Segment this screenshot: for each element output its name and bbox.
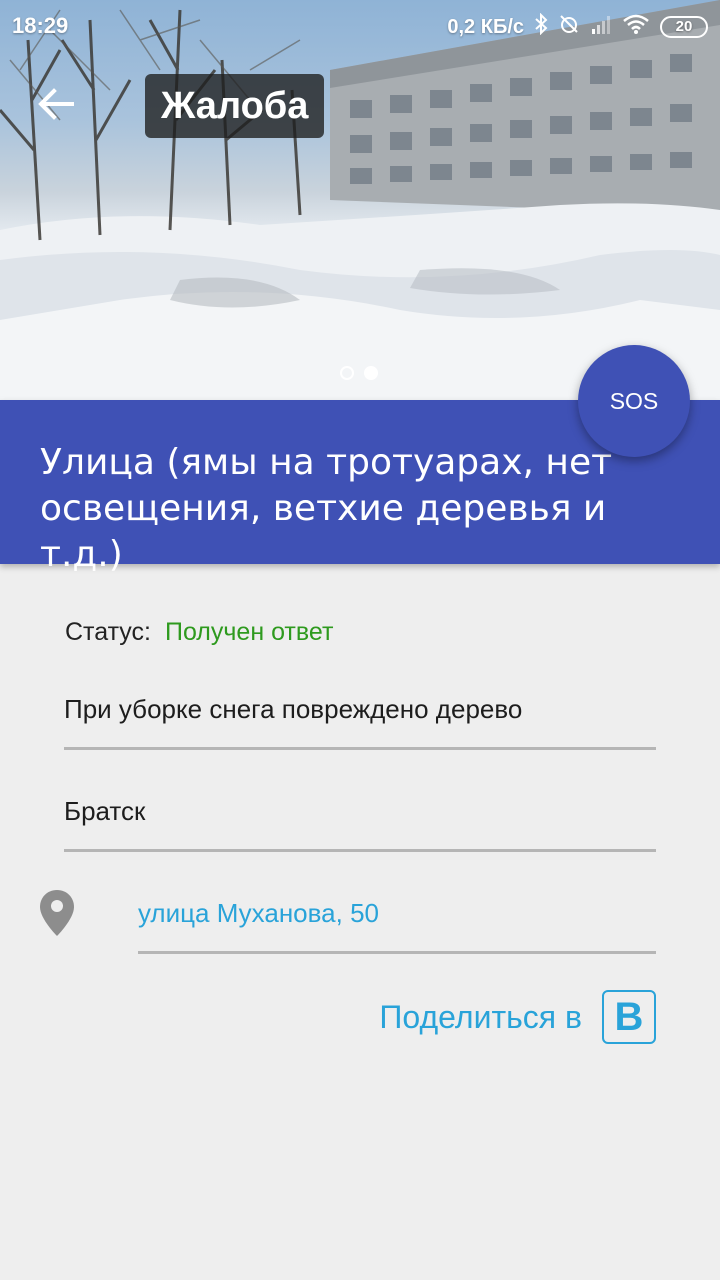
city-field[interactable]: Братск [64,796,656,852]
status-time: 18:29 [12,13,69,38]
back-button[interactable] [28,80,84,128]
network-speed: 0,2 КБ/с [447,15,524,38]
description-field[interactable]: При уборке снега повреждено дерево [64,694,656,750]
signal-icon [590,13,612,41]
arrow-back-icon [38,88,74,120]
address-link[interactable]: улица Муханова, 50 [138,898,656,954]
pager-dot[interactable] [340,366,354,380]
status-indicators: 0,2 КБ/с 20 [447,12,708,41]
battery-icon: 20 [660,16,708,38]
complaint-photo[interactable] [0,0,720,400]
status-row: Статус: Получен ответ [65,618,333,647]
status-label: Статус: [65,618,151,646]
photo-scene [0,0,720,400]
category-text: Улица (ямы на тротуарах, нет освещения, … [40,442,613,575]
page-title: Жалоба [145,74,325,138]
bluetooth-icon [534,12,548,41]
vk-icon: B [602,990,656,1044]
wifi-icon [622,13,650,41]
pager-dot-active[interactable] [364,366,378,380]
map-pin-icon [38,888,76,943]
gallery-pager [340,366,378,380]
status-value: Получен ответ [164,618,334,646]
share-label: Поделиться в [379,998,582,1035]
share-button[interactable]: Поделиться в B [379,990,656,1044]
sos-button[interactable]: SOS [578,345,690,457]
alarm-off-icon [558,13,580,41]
status-bar: 18:29 0,2 КБ/с 20 [0,0,720,52]
